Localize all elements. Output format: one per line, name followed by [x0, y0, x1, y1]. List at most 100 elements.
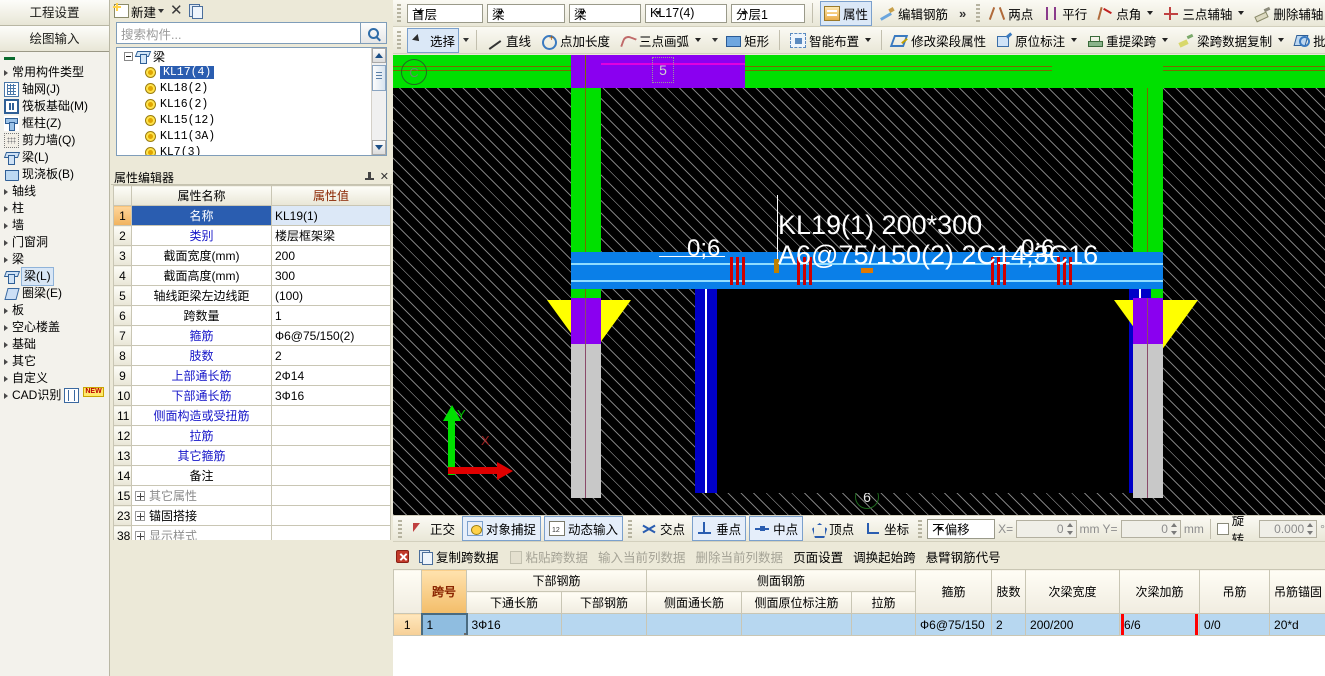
tree-node-kl7[interactable]: KL7(3): [117, 144, 386, 155]
statusbar-grip[interactable]: [918, 519, 923, 538]
property-row-anchor-lap[interactable]: 23 锚固搭接: [113, 505, 391, 526]
property-row-span-count[interactable]: 6 跨数量 1: [113, 305, 391, 326]
drawing-canvas[interactable]: C 5 6 KL19(1) 200*300 A6@75/150(2) 2C14;…: [393, 55, 1325, 515]
component-select[interactable]: KL17(4): [645, 3, 727, 23]
nav-tab-project-settings[interactable]: 工程设置: [0, 0, 109, 26]
table-row[interactable]: 1 1 3Ф16 Ф6@75/150 2 200/200 6/6 0/0 20*…: [393, 612, 1325, 637]
cell-hanger-anchor[interactable]: 20*d: [1269, 613, 1325, 636]
cell-stirrup[interactable]: Ф6@75/150: [915, 613, 993, 636]
chevron-down-icon[interactable]: [712, 38, 719, 42]
nav-item-slab[interactable]: 板: [2, 302, 109, 319]
collapse-icon[interactable]: [124, 51, 133, 61]
nav-item-door-window-opening[interactable]: 门窗洞: [2, 234, 109, 251]
nav-item-cad-recognition[interactable]: CAD识别 NEW: [2, 386, 109, 404]
cell-secondary-beam-width[interactable]: 200/200: [1025, 613, 1121, 636]
x-offset-input[interactable]: 0: [1016, 519, 1077, 538]
property-value[interactable]: (100): [271, 285, 391, 306]
nav-item-cast-slab[interactable]: 现浇板(B): [2, 166, 109, 183]
y-spinner-icon[interactable]: [1170, 522, 1179, 536]
property-row-section-width[interactable]: 3 截面宽度(mm) 200: [113, 245, 391, 266]
properties-button[interactable]: 属性: [820, 0, 873, 26]
point-angle-button[interactable]: 点角: [1094, 2, 1156, 25]
cell-legs[interactable]: 2: [991, 613, 1027, 636]
cell-side-in-situ[interactable]: [741, 613, 853, 636]
edit-rebar-button[interactable]: 编辑钢筋: [876, 2, 951, 25]
nav-item-frame-column[interactable]: 框柱(Z): [2, 115, 109, 132]
nav-item-raft-foundation[interactable]: 筏板基础(M): [2, 98, 109, 115]
nav-item-beam-l[interactable]: 梁(L): [2, 267, 109, 286]
offset-mode-select[interactable]: 不偏移: [927, 518, 996, 539]
nav-item-axis[interactable]: 轴线: [2, 183, 109, 200]
property-value[interactable]: 2Ф14: [271, 365, 391, 386]
cell-bottom-rebar[interactable]: [560, 613, 648, 636]
vertex-snap-button[interactable]: 顶点: [806, 517, 858, 540]
property-row-other-stirrup[interactable]: 13 其它箍筋: [113, 445, 391, 466]
property-row-category[interactable]: 2 类别 楼层框架梁: [113, 225, 391, 246]
nav-tab-drawing-input[interactable]: 绘图输入: [0, 26, 109, 52]
type-select[interactable]: 梁: [569, 3, 641, 23]
rotate-spinner-icon[interactable]: [1306, 522, 1315, 536]
property-value[interactable]: [271, 405, 391, 426]
intersection-snap-button[interactable]: 交点: [637, 517, 689, 540]
property-row-top-through[interactable]: 9 上部通长筋 2Ф14: [113, 365, 391, 386]
property-value[interactable]: [271, 465, 391, 486]
cell-secondary-beam-rebar[interactable]: 6/6: [1119, 613, 1201, 636]
property-value[interactable]: 300: [271, 265, 391, 286]
tree-node-kl11[interactable]: KL11(3A): [117, 128, 386, 144]
delete-current-column-action[interactable]: 删除当前列数据: [696, 547, 784, 566]
nav-item-beam[interactable]: 梁(L): [2, 149, 109, 166]
property-value[interactable]: [271, 425, 391, 446]
tree-node-kl15[interactable]: KL15(12): [117, 112, 386, 128]
statusbar-grip[interactable]: [398, 519, 402, 538]
dynamic-input-button[interactable]: 动态输入: [544, 516, 624, 541]
layer-select[interactable]: 分层1: [731, 3, 805, 23]
chevron-down-icon[interactable]: [463, 38, 470, 42]
floor-select[interactable]: 首层: [407, 3, 483, 23]
property-row-name[interactable]: 1 名称 KL19(1): [113, 205, 391, 226]
smart-layout-button[interactable]: 智能布置: [787, 29, 874, 52]
search-button[interactable]: [361, 22, 387, 44]
input-current-column-action[interactable]: 输入当前列数据: [598, 547, 686, 566]
scrollbar-thumb[interactable]: [372, 65, 386, 91]
property-row-stirrup[interactable]: 7 箍筋 Ф6@75/150(2): [113, 325, 391, 346]
grid-bubble-c[interactable]: C: [401, 59, 427, 85]
close-icon[interactable]: ✕: [380, 172, 389, 183]
midpoint-snap-button[interactable]: 中点: [749, 516, 804, 541]
property-value[interactable]: 2: [271, 345, 391, 366]
property-row-tie-rebar[interactable]: 12 拉筋: [113, 425, 391, 446]
three-point-arc-button[interactable]: 三点画弧: [617, 29, 704, 52]
close-panel-icon[interactable]: [396, 549, 409, 563]
two-point-button[interactable]: 两点: [986, 2, 1036, 25]
rectangle-button[interactable]: 矩形: [722, 29, 772, 52]
pin-icon[interactable]: [364, 172, 374, 182]
expand-plus-icon[interactable]: [135, 491, 145, 501]
point-length-button[interactable]: 点加长度: [538, 29, 613, 52]
swap-start-span-action[interactable]: 调换起始跨: [853, 547, 916, 566]
property-value[interactable]: 楼层框架梁: [271, 225, 391, 246]
expand-plus-icon[interactable]: [135, 511, 145, 521]
three-point-axis-button[interactable]: 三点辅轴: [1160, 2, 1247, 25]
perpendicular-snap-button[interactable]: 垂点: [692, 516, 747, 541]
x-spinner-icon[interactable]: [1066, 522, 1075, 536]
cell-span-no[interactable]: 1: [420, 612, 468, 637]
select-tool-button[interactable]: 选择: [407, 27, 460, 53]
close-x-icon[interactable]: ✕: [170, 3, 183, 18]
property-row-side-rebar[interactable]: 11 侧面构造或受扭筋: [113, 405, 391, 426]
nav-item-foundation[interactable]: 基础: [2, 336, 109, 353]
copy-span-data-button[interactable]: 梁跨数据复制: [1175, 29, 1287, 52]
cell-hanger[interactable]: 0/0: [1199, 613, 1271, 636]
batch-recognize-button[interactable]: 批量识: [1291, 29, 1325, 52]
nav-item-common-component-types[interactable]: 常用构件类型: [2, 64, 109, 81]
property-row-axis-offset[interactable]: 5 轴线距梁左边线距 (100): [113, 285, 391, 306]
toolbar-overflow-button[interactable]: »: [959, 6, 966, 21]
object-snap-button[interactable]: 对象捕捉: [462, 516, 542, 541]
grid-bubble-5[interactable]: 5: [652, 57, 674, 83]
tree-root-node[interactable]: 梁: [117, 48, 386, 64]
statusbar-grip[interactable]: [628, 519, 633, 538]
property-value[interactable]: Ф6@75/150(2): [271, 325, 391, 346]
tree-node-kl18[interactable]: KL18(2): [117, 80, 386, 96]
nav-item-beam-group[interactable]: 梁: [2, 251, 109, 268]
toolbar-grip[interactable]: [976, 4, 981, 22]
toolbar-grip[interactable]: [397, 31, 401, 49]
nav-item-ring-beam[interactable]: 圈梁(E): [2, 285, 109, 302]
